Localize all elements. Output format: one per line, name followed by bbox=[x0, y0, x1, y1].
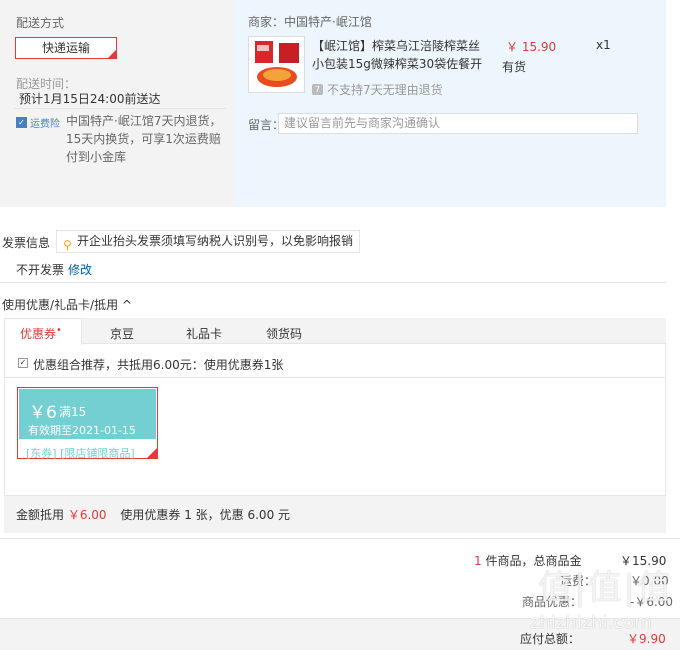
shipping-method-button[interactable]: 快递运输 bbox=[15, 37, 117, 59]
shipping-method-label: 快递运输 bbox=[41, 41, 90, 55]
combo-checkbox[interactable]: ✓ bbox=[18, 358, 28, 368]
tab-gift-card[interactable]: 礼品卡 bbox=[186, 325, 222, 342]
product-thumbnail[interactable] bbox=[248, 36, 305, 93]
tab-coupons-label: 优惠券 bbox=[20, 327, 57, 341]
goods-total: ￥15.90 bbox=[620, 554, 667, 568]
discount-tabbar bbox=[4, 318, 666, 344]
discount-value: -￥6.00 bbox=[630, 595, 674, 609]
message-input[interactable]: 建议留言前先与商家沟通确认 bbox=[278, 113, 638, 134]
tab-marker: • bbox=[56, 325, 62, 336]
shipping-time-value: 预计1月15日24:00前送达 bbox=[19, 92, 161, 106]
amount-value: ￥6.00 bbox=[67, 508, 107, 522]
coupon-card[interactable]: ￥6 满15 有效期至2021-01-15 [东券] [限店铺限商品] bbox=[17, 387, 158, 460]
coupon-condition: 满15 bbox=[59, 405, 87, 419]
coupon-top: ￥6 满15 有效期至2021-01-15 bbox=[19, 389, 156, 439]
coupon-validity: 有效期至2021-01-15 bbox=[28, 424, 136, 437]
insurance-badge: ✓ 运费险 bbox=[16, 115, 60, 130]
invoice-label: 发票信息 bbox=[2, 236, 51, 250]
total-label: 应付总额： bbox=[520, 632, 581, 646]
invoice-tip-text: 开企业抬头发票须填写纳税人识别号，以免影响报销 bbox=[77, 234, 354, 248]
goods-count-row: 1 件商品，总商品金 bbox=[474, 552, 581, 569]
insurance-badge-label: 运费险 bbox=[30, 119, 60, 130]
amount-summary: 金额抵用 ￥6.00 使用优惠券 1 张，优惠 6.00 元 bbox=[16, 506, 290, 523]
tab-coupons[interactable]: 优惠券• bbox=[20, 325, 62, 342]
total-value: ￥9.90 bbox=[627, 632, 666, 646]
divider bbox=[14, 108, 226, 109]
selected-corner-icon bbox=[147, 448, 157, 458]
discounts-toggle[interactable]: 使用优惠/礼品卡/抵用 ^ bbox=[2, 296, 132, 313]
no-return-notice: 7 不支持7天无理由退货 bbox=[312, 81, 443, 98]
invoice-tip: ⚲ 开企业抬头发票须填写纳税人识别号，以免影响报销 bbox=[56, 230, 361, 253]
divider bbox=[0, 282, 666, 283]
no-return-text: 不支持7天无理由退货 bbox=[327, 83, 443, 97]
divider bbox=[4, 377, 666, 378]
product-title-link[interactable]: 【岷江馆】榨菜乌江涪陵榨菜丝小包装15g微辣榨菜30袋佐餐开 bbox=[312, 37, 484, 73]
invoice-edit-link[interactable]: 修改 bbox=[68, 261, 92, 278]
product-price: ￥ 15.90 bbox=[506, 40, 557, 54]
selected-corner-icon bbox=[108, 50, 116, 58]
amount-desc: 使用优惠券 1 张，优惠 6.00 元 bbox=[120, 508, 291, 522]
shipping-fee-value: ￥0.00 bbox=[630, 574, 669, 588]
product-quantity: x1 bbox=[596, 38, 611, 52]
location-pin-icon: ⚲ bbox=[63, 238, 72, 252]
invoice-value: 不开发票 bbox=[16, 263, 65, 277]
merchant-pane bbox=[234, 0, 666, 207]
shield-icon: ✓ bbox=[16, 117, 27, 128]
divider bbox=[0, 538, 680, 539]
shipping-fee-label: 运费： bbox=[560, 574, 597, 588]
tab-jingdou[interactable]: 京豆 bbox=[110, 325, 134, 342]
coupon-tags: [东券] [限店铺限商品] bbox=[26, 447, 135, 460]
discount-label: 商品优惠： bbox=[522, 595, 583, 609]
info-icon: 7 bbox=[312, 84, 323, 95]
merchant-name: 商家：中国特产·岷江馆 bbox=[248, 15, 372, 29]
shipping-title: 配送方式 bbox=[16, 16, 65, 30]
insurance-text: 中国特产·岷江馆7天内退货，15天内换货，可享1次运费赔付到小金库 bbox=[66, 114, 222, 164]
goods-count-text: 件商品，总商品金 bbox=[481, 554, 582, 568]
goods-count: 1 bbox=[474, 554, 482, 568]
stock-status: 有货 bbox=[502, 60, 527, 74]
tab-redeem-code[interactable]: 领货码 bbox=[266, 325, 302, 342]
combo-text: 优惠组合推荐，共抵用6.00元：使用优惠券1张 bbox=[33, 358, 284, 372]
coupon-amount: ￥6 bbox=[29, 403, 57, 423]
amount-label: 金额抵用 bbox=[16, 508, 65, 522]
product-image-icon bbox=[249, 37, 304, 92]
